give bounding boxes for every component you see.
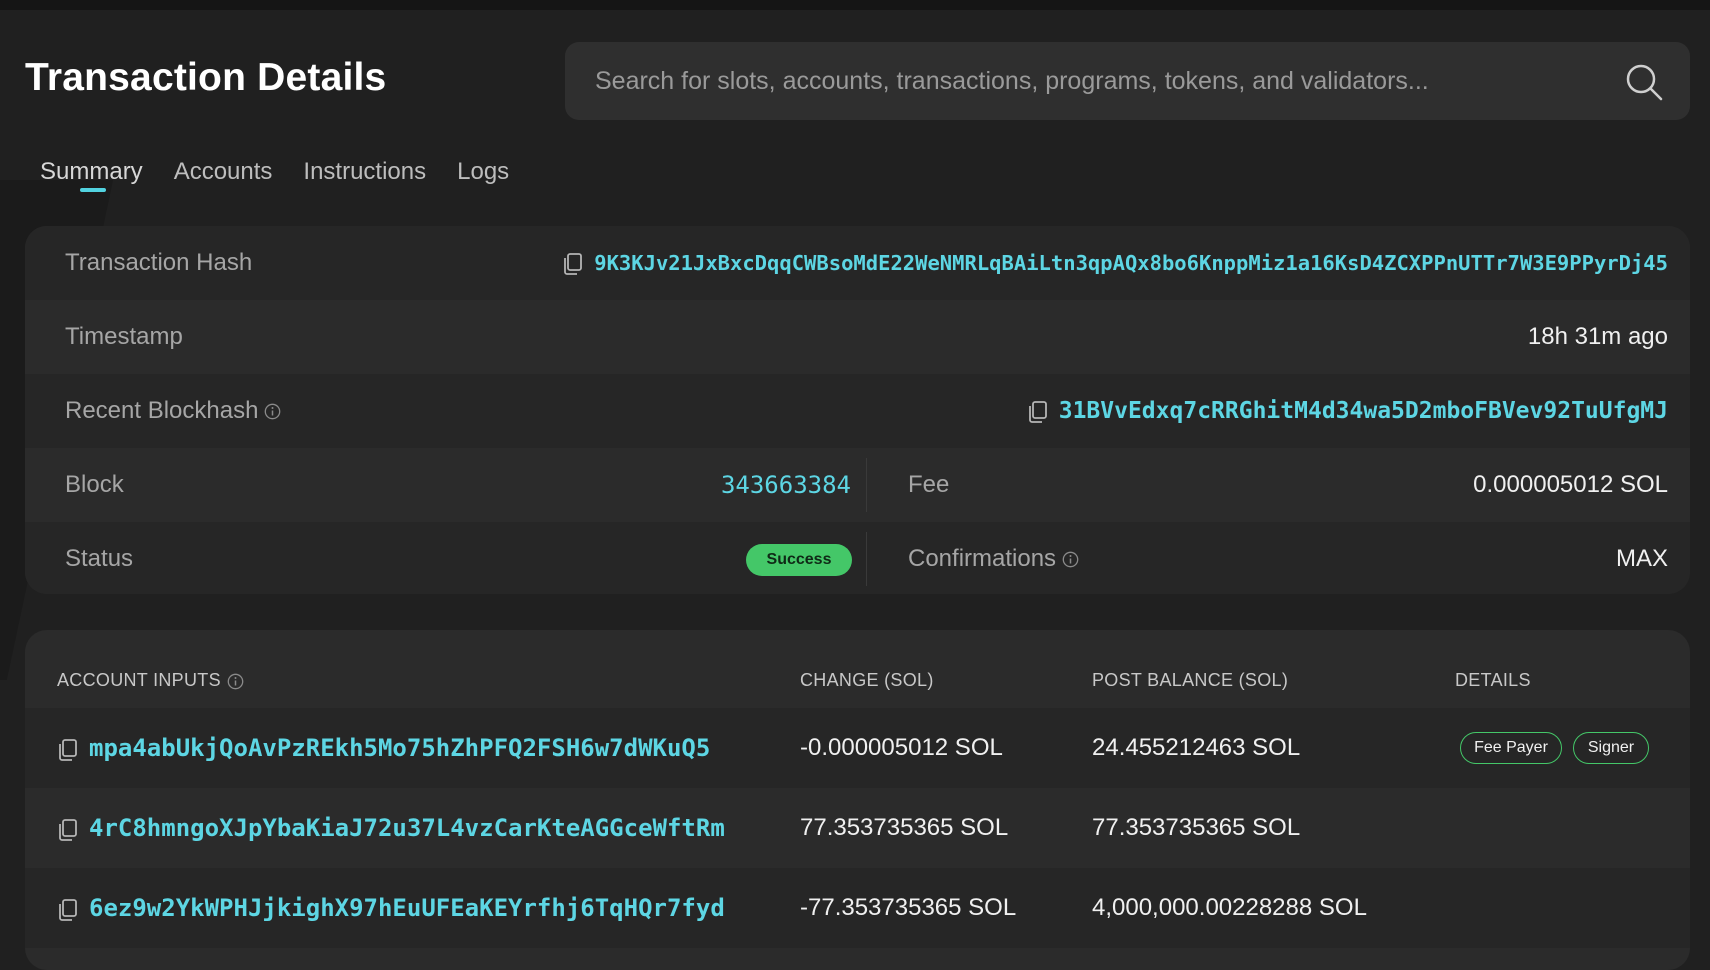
search-bar[interactable] xyxy=(565,42,1690,120)
change-header: CHANGE (SOL) xyxy=(800,670,934,690)
change-cell: 77.353735365 SOL xyxy=(800,814,1009,841)
transaction-hash-value: 9K3KJv21JxBxcDqqCWBsoMdE22WeNMRLqBAiLtn3… xyxy=(562,226,1668,300)
search-icon[interactable] xyxy=(1624,62,1664,102)
transaction-hash-label: Transaction Hash xyxy=(65,249,253,276)
details-header: DETAILS xyxy=(1455,670,1531,690)
account-link[interactable]: 4rC8hmngoXJpYbaKiaJ72u37L4vzCarKteAGGceW… xyxy=(89,814,725,842)
post-balance-cell: 24.455212463 SOL xyxy=(1092,734,1301,761)
post-balance-header: POST BALANCE (SOL) xyxy=(1092,670,1289,690)
column-divider xyxy=(866,458,867,512)
search-input[interactable] xyxy=(595,42,1595,120)
page-title: Transaction Details xyxy=(25,56,387,99)
info-icon[interactable] xyxy=(1062,551,1079,568)
status-confirmations-row: Status Success Confirmations MAX xyxy=(25,522,1690,594)
recent-blockhash-value: 31BVvEdxq7cRRGhitM4d34wa5D2mboFBVev92TuU… xyxy=(1027,374,1668,448)
status-label: Status xyxy=(65,545,134,572)
table-row: 4rC8hmngoXJpYbaKiaJ72u37L4vzCarKteAGGceW… xyxy=(25,788,1690,868)
timestamp-label: Timestamp xyxy=(65,323,183,350)
account-inputs-header: ACCOUNT INPUTS xyxy=(57,670,244,691)
tab-logs[interactable]: Logs xyxy=(457,158,509,198)
tab-instructions[interactable]: Instructions xyxy=(303,158,426,198)
post-balance-cell: 77.353735365 SOL xyxy=(1092,814,1301,841)
copy-icon[interactable] xyxy=(1027,400,1049,424)
recent-blockhash-link[interactable]: 31BVvEdxq7cRRGhitM4d34wa5D2mboFBVev92TuU… xyxy=(1059,398,1668,424)
info-icon[interactable] xyxy=(264,403,281,420)
tab-bar: Summary Accounts Instructions Logs xyxy=(40,158,540,198)
top-bar xyxy=(0,0,1710,10)
recent-blockhash-label: Recent Blockhash xyxy=(65,397,259,424)
change-cell: -77.353735365 SOL xyxy=(800,894,1017,921)
column-divider xyxy=(866,532,867,586)
account-cell: mpa4abUkjQoAvPzREkh5Mo75hZhPFQ2FSH6w7dWK… xyxy=(57,708,710,789)
transaction-hash-row: Transaction Hash 9K3KJv21JxBxcDqqCWBsoMd… xyxy=(25,226,1690,300)
copy-icon[interactable] xyxy=(562,252,584,276)
post-balance-cell: 4,000,000.00228288 SOL xyxy=(1092,894,1367,921)
block-link[interactable]: 343663384 xyxy=(691,448,851,522)
account-cell: 4rC8hmngoXJpYbaKiaJ72u37L4vzCarKteAGGceW… xyxy=(57,788,725,869)
tab-accounts[interactable]: Accounts xyxy=(174,158,273,198)
summary-card: Transaction Hash 9K3KJv21JxBxcDqqCWBsoMd… xyxy=(25,226,1690,594)
tab-summary[interactable]: Summary xyxy=(40,158,143,198)
copy-icon[interactable] xyxy=(57,738,79,762)
fee-label: Fee xyxy=(908,471,950,498)
table-row: mpa4abUkjQoAvPzREkh5Mo75hZhPFQ2FSH6w7dWK… xyxy=(25,708,1690,788)
account-link[interactable]: 6ez9w2YkWPHJjkighX97hEuUFEaKEYrfhj6TqHQr… xyxy=(89,894,725,922)
table-row: 6ez9w2YkWPHJjkighX97hEuUFEaKEYrfhj6TqHQr… xyxy=(25,868,1690,948)
status-badge: Success xyxy=(746,544,852,576)
transaction-hash-link[interactable]: 9K3KJv21JxBxcDqqCWBsoMdE22WeNMRLqBAiLtn3… xyxy=(594,251,1668,275)
copy-icon[interactable] xyxy=(57,898,79,922)
confirmations-label-wrap: Confirmations xyxy=(908,522,1079,594)
copy-icon[interactable] xyxy=(57,818,79,842)
recent-blockhash-label-wrap: Recent Blockhash xyxy=(65,374,281,448)
account-inputs-header-label: ACCOUNT INPUTS xyxy=(57,670,221,690)
fee-payer-badge: Fee Payer xyxy=(1460,732,1562,764)
account-link[interactable]: mpa4abUkjQoAvPzREkh5Mo75hZhPFQ2FSH6w7dWK… xyxy=(89,734,710,762)
accounts-card: ACCOUNT INPUTS CHANGE (SOL) POST BALANCE… xyxy=(25,630,1690,970)
block-fee-row: Block 343663384 Fee 0.000005012 SOL xyxy=(25,448,1690,522)
block-label: Block xyxy=(65,471,124,498)
confirmations-value: MAX xyxy=(1615,545,1668,572)
fee-value: 0.000005012 SOL xyxy=(1473,471,1668,498)
confirmations-label: Confirmations xyxy=(908,545,1057,572)
change-cell: -0.000005012 SOL xyxy=(800,734,1003,761)
recent-blockhash-row: Recent Blockhash 31BVvEdxq7cRRGhitM4d34w… xyxy=(25,374,1690,448)
account-cell: 6ez9w2YkWPHJjkighX97hEuUFEaKEYrfhj6TqHQr… xyxy=(57,868,725,949)
timestamp-value: 18h 31m ago xyxy=(1527,323,1668,350)
info-icon[interactable] xyxy=(227,673,244,690)
timestamp-row: Timestamp 18h 31m ago xyxy=(25,300,1690,374)
signer-badge: Signer xyxy=(1573,732,1649,764)
